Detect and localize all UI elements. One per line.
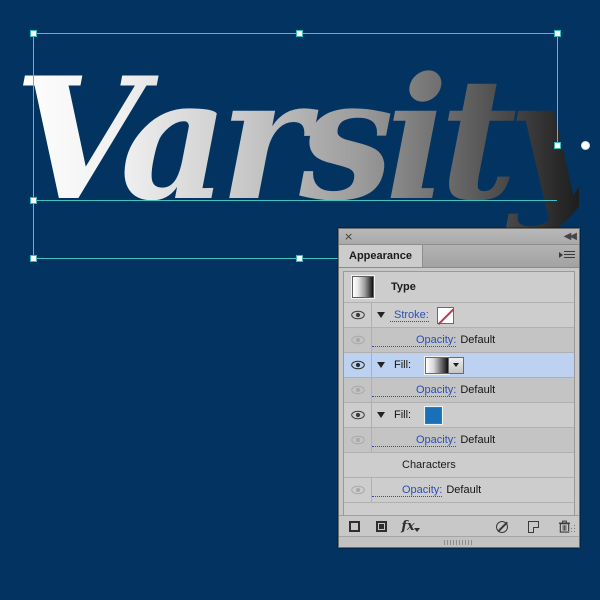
opacity-value: Default bbox=[460, 434, 496, 446]
tab-appearance-label: Appearance bbox=[349, 250, 412, 262]
appearance-row-fill-gradient[interactable]: Fill: bbox=[344, 353, 574, 378]
selection-handle-baseline-left[interactable] bbox=[30, 197, 37, 204]
eye-icon bbox=[350, 310, 365, 320]
panel-menu-icon[interactable] bbox=[559, 249, 575, 263]
selection-handle-top-left[interactable] bbox=[30, 30, 37, 37]
selection-handle-bottom-left[interactable] bbox=[30, 255, 37, 262]
eye-icon-dim bbox=[350, 485, 365, 495]
add-new-effect-button[interactable]: fx bbox=[401, 519, 420, 534]
eye-icon-dim bbox=[350, 385, 365, 395]
disclosure-triangle-fill-gradient[interactable] bbox=[372, 362, 390, 368]
target-label: Type bbox=[391, 281, 416, 293]
panel-tab-strip: Appearance bbox=[339, 245, 579, 268]
stroke-label[interactable]: Stroke: bbox=[390, 309, 429, 322]
visibility-toggle-fill-solid[interactable] bbox=[344, 403, 372, 427]
opacity-value: Default bbox=[446, 484, 482, 496]
opacity-value: Default bbox=[460, 334, 496, 346]
characters-eye-placeholder bbox=[344, 453, 372, 477]
stroke-swatch-none-icon[interactable] bbox=[436, 306, 454, 324]
opacity-label[interactable]: Opacity: bbox=[372, 484, 443, 497]
characters-label: Characters bbox=[402, 459, 456, 471]
eye-icon bbox=[350, 360, 365, 370]
gradient-anchor-point[interactable] bbox=[581, 141, 590, 150]
fill-solid-label[interactable]: Fill: bbox=[390, 409, 411, 421]
varsity-artwork[interactable]: Varsity bbox=[14, 26, 579, 236]
visibility-toggle-fill-solid-opacity[interactable] bbox=[344, 428, 372, 452]
appearance-row-stroke-opacity[interactable]: Opacity: Default bbox=[344, 328, 574, 353]
opacity-value: Default bbox=[460, 384, 496, 396]
appearance-row-fill-gradient-opacity[interactable]: Opacity: Default bbox=[344, 378, 574, 403]
add-new-stroke-button[interactable] bbox=[347, 520, 361, 534]
visibility-toggle-characters-opacity[interactable] bbox=[344, 478, 372, 502]
panel-resize-grip[interactable] bbox=[567, 525, 576, 534]
appearance-target-row[interactable]: Type bbox=[344, 272, 574, 303]
target-thumbnail-icon bbox=[351, 275, 375, 299]
collapse-to-icons-icon[interactable]: ◀◀ bbox=[564, 230, 577, 243]
appearance-panel-footer: fx bbox=[339, 515, 579, 537]
selection-handle-top-right[interactable] bbox=[554, 30, 561, 37]
appearance-row-characters[interactable]: Characters bbox=[344, 453, 574, 478]
close-icon[interactable]: × bbox=[344, 230, 353, 243]
appearance-row-fill-solid[interactable]: Fill: bbox=[344, 403, 574, 428]
selection-baseline bbox=[33, 200, 557, 201]
panel-menu-caret bbox=[559, 252, 563, 258]
fill-gradient-label[interactable]: Fill: bbox=[390, 359, 411, 371]
fill-solid-swatch[interactable] bbox=[424, 405, 444, 425]
appearance-panel[interactable]: × ◀◀ Appearance Type Stroke: Opacity: De… bbox=[338, 228, 580, 548]
selection-handle-top-center[interactable] bbox=[296, 30, 303, 37]
illustrator-workspace: Varsity × ◀◀ Appearance Type Stroke: Opa… bbox=[0, 0, 600, 600]
visibility-toggle-fill-gradient[interactable] bbox=[344, 353, 372, 377]
fill-gradient-swatch[interactable] bbox=[424, 355, 451, 375]
visibility-toggle-stroke-opacity[interactable] bbox=[344, 328, 372, 352]
selection-handle-middle-right[interactable] bbox=[554, 142, 561, 149]
varsity-text-object[interactable]: Varsity bbox=[14, 40, 579, 236]
appearance-list[interactable]: Type Stroke: Opacity: Default Fill: Opac… bbox=[343, 271, 575, 524]
panel-drag-grabber[interactable] bbox=[339, 536, 579, 547]
selection-edge-top bbox=[33, 33, 557, 34]
disclosure-triangle-fill-solid[interactable] bbox=[372, 412, 390, 418]
selection-edge-right bbox=[557, 33, 558, 145]
visibility-toggle-fill-gradient-opacity[interactable] bbox=[344, 378, 372, 402]
eye-icon-dim bbox=[350, 435, 365, 445]
duplicate-selected-item-button[interactable] bbox=[526, 520, 540, 534]
fill-gradient-dropdown-icon[interactable] bbox=[449, 356, 465, 374]
opacity-label[interactable]: Opacity: bbox=[372, 334, 457, 347]
appearance-row-stroke[interactable]: Stroke: bbox=[344, 303, 574, 328]
appearance-row-fill-solid-opacity[interactable]: Opacity: Default bbox=[344, 428, 574, 453]
eye-icon bbox=[350, 410, 365, 420]
appearance-row-characters-opacity[interactable]: Opacity: Default bbox=[344, 478, 574, 503]
add-new-fill-button[interactable] bbox=[374, 520, 388, 534]
opacity-label[interactable]: Opacity: bbox=[372, 384, 457, 397]
disclosure-triangle-stroke[interactable] bbox=[372, 312, 390, 318]
selection-edge-left bbox=[33, 33, 34, 258]
panel-titlebar: × ◀◀ bbox=[339, 229, 579, 245]
eye-icon-dim bbox=[350, 335, 365, 345]
tab-appearance[interactable]: Appearance bbox=[339, 245, 423, 267]
clear-appearance-button[interactable] bbox=[495, 520, 509, 534]
selection-handle-bottom-center[interactable] bbox=[296, 255, 303, 262]
opacity-label[interactable]: Opacity: bbox=[372, 434, 457, 447]
visibility-toggle-stroke[interactable] bbox=[344, 303, 372, 327]
grabber-dots-icon bbox=[444, 539, 474, 545]
